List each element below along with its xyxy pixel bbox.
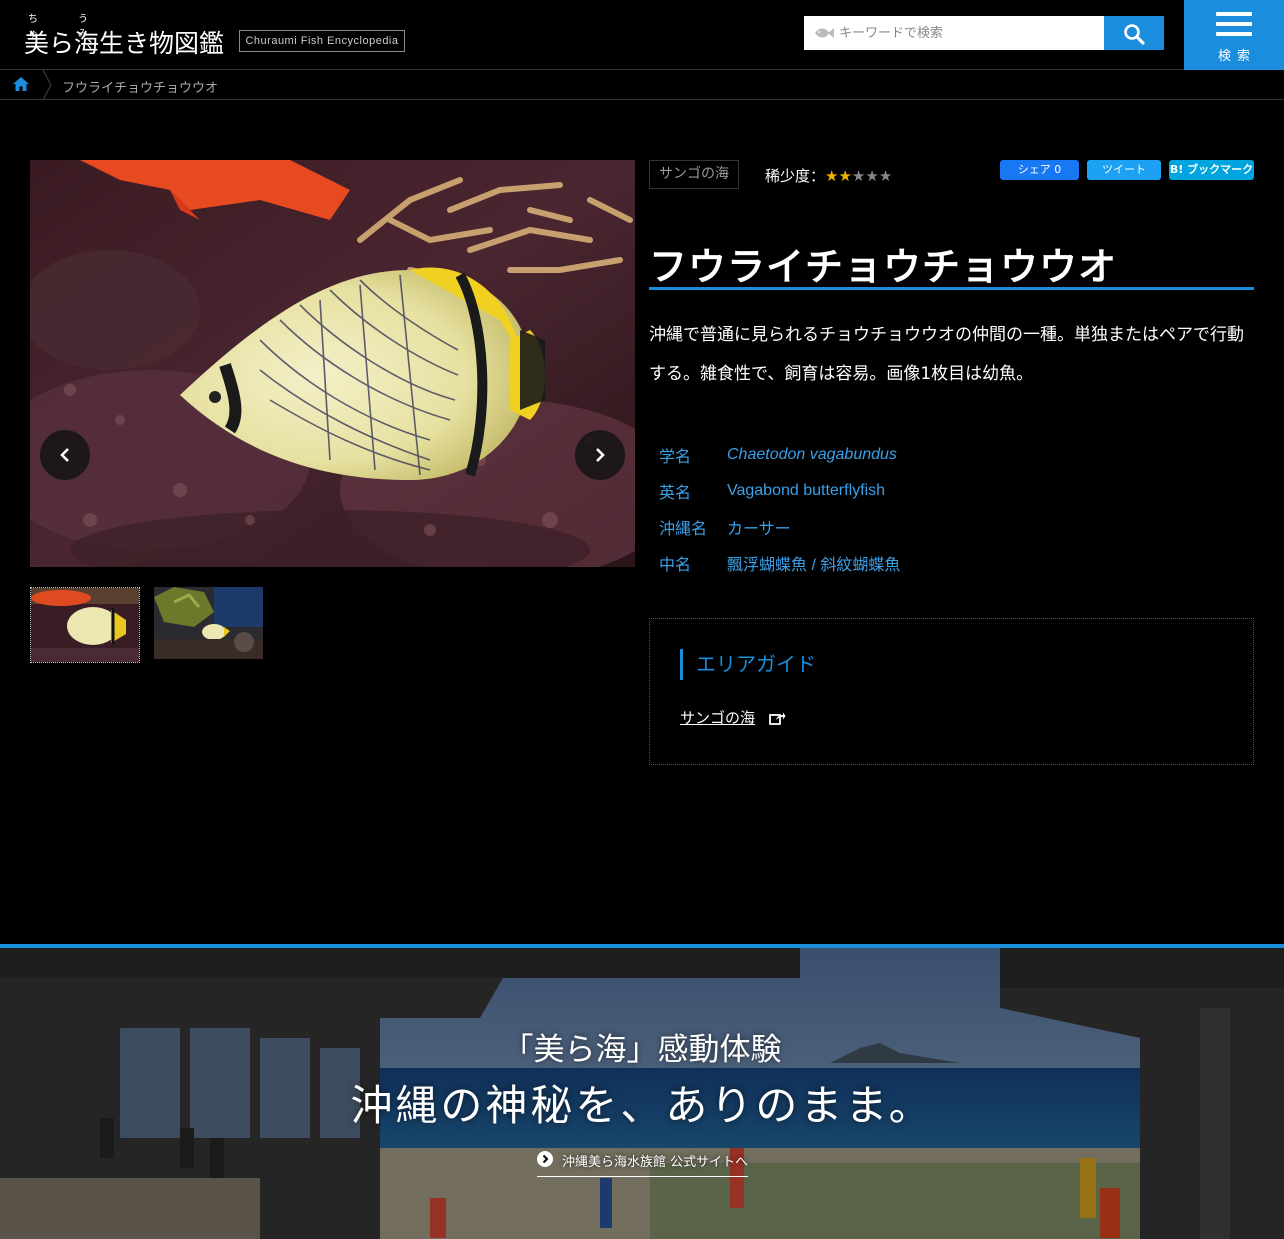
chevron-left-icon — [60, 448, 69, 462]
banner-title: 沖縄の神秘を、ありのまま。 — [350, 1081, 934, 1130]
external-link-icon[interactable] — [769, 710, 786, 729]
facebook-share-button[interactable]: シェア 0 — [1000, 160, 1079, 180]
arrow-right-circle-icon — [537, 1151, 553, 1167]
breadcrumb: フウライチョウチョウウオ — [0, 69, 1284, 101]
info-row-chinese: 中名 飄浮蝴蝶魚 / 斜紋蝴蝶魚 — [659, 545, 900, 581]
rarity-stars-filled: ★★ — [825, 167, 852, 185]
site-header: ちゅ うみ 美ら海生き物図鑑 Churaumi Fish Encyclopedi… — [0, 0, 1284, 70]
chevron-right-icon — [596, 448, 605, 462]
info-value: Vagabond butterflyfish — [727, 482, 886, 499]
home-icon[interactable] — [12, 76, 30, 96]
rarity-label: 稀少度： — [765, 167, 826, 185]
twitter-share-button[interactable]: ツイート — [1087, 160, 1161, 180]
fish-main-image — [30, 160, 635, 567]
fish-icon — [813, 25, 835, 44]
gallery-thumbnail-2[interactable] — [154, 587, 263, 659]
breadcrumb-separator-icon — [42, 69, 52, 104]
breadcrumb-current: フウライチョウチョウウオ — [62, 81, 219, 96]
rarity-stars-empty: ★★★ — [851, 167, 893, 185]
info-row-scientific: 学名 Chaetodon vagabundus — [659, 437, 900, 473]
info-value: カーサー — [727, 521, 791, 538]
gallery-next-button[interactable] — [575, 430, 625, 480]
area-guide-heading: エリアガイド — [680, 649, 816, 680]
area-guide-box: エリアガイド サンゴの海 — [649, 618, 1254, 765]
twitter-share-label: ツイート — [1102, 163, 1146, 176]
search-button[interactable] — [1104, 16, 1164, 50]
search-input[interactable] — [839, 16, 1099, 50]
rarity-indicator: 稀少度：★★★★★ — [765, 165, 892, 186]
info-row-english: 英名 Vagabond butterflyfish — [659, 473, 900, 509]
facebook-share-label: シェア 0 — [1017, 163, 1062, 176]
banner-subtitle: 「美ら海」感動体験 — [502, 1032, 782, 1068]
info-key: 沖縄名 — [659, 521, 708, 538]
info-key: 中名 — [659, 557, 692, 574]
logo-subtitle: Churaumi Fish Encyclopedia — [239, 30, 405, 52]
gallery-prev-button[interactable] — [40, 430, 90, 480]
hatena-bookmark-label: B! ブックマーク — [1169, 163, 1254, 176]
hatena-bookmark-button[interactable]: B! ブックマーク — [1169, 160, 1254, 180]
official-site-link[interactable]: 沖縄美ら海水族館 公式サイトへ — [537, 1148, 748, 1177]
search-icon — [1124, 24, 1145, 45]
official-site-link-label: 沖縄美ら海水族館 公式サイトへ — [562, 1155, 749, 1170]
area-guide-link[interactable]: サンゴの海 — [680, 707, 755, 728]
info-value: 飄浮蝴蝶魚 / 斜紋蝴蝶魚 — [727, 557, 901, 574]
hamburger-icon — [1216, 12, 1252, 42]
menu-label: 検索 — [1217, 49, 1256, 64]
fish-info-table: 学名 Chaetodon vagabundus 英名 Vagabond butter… — [659, 437, 900, 581]
menu-button[interactable]: 検索 — [1184, 0, 1284, 70]
area-tag: サンゴの海 — [649, 160, 739, 189]
gallery-thumbnail-1[interactable] — [30, 587, 140, 663]
star-rating-icon: ★★★★★ — [825, 167, 892, 185]
fish-title: フウライチョウチョウウオ — [649, 245, 1118, 289]
info-key: 学名 — [659, 449, 692, 466]
fish-description: 沖縄で普通に見られるチョウチョウウオの仲間の一種。単独またはペアで行動する。雑食… — [649, 325, 1244, 384]
info-key: 英名 — [659, 485, 692, 502]
title-underline — [649, 287, 1254, 290]
search-box — [804, 16, 1104, 50]
info-row-okinawan: 沖縄名 カーサー — [659, 509, 900, 545]
info-value: Chaetodon vagabundus — [727, 446, 897, 463]
logo-title: 美ら海生き物図鑑 — [24, 29, 225, 58]
